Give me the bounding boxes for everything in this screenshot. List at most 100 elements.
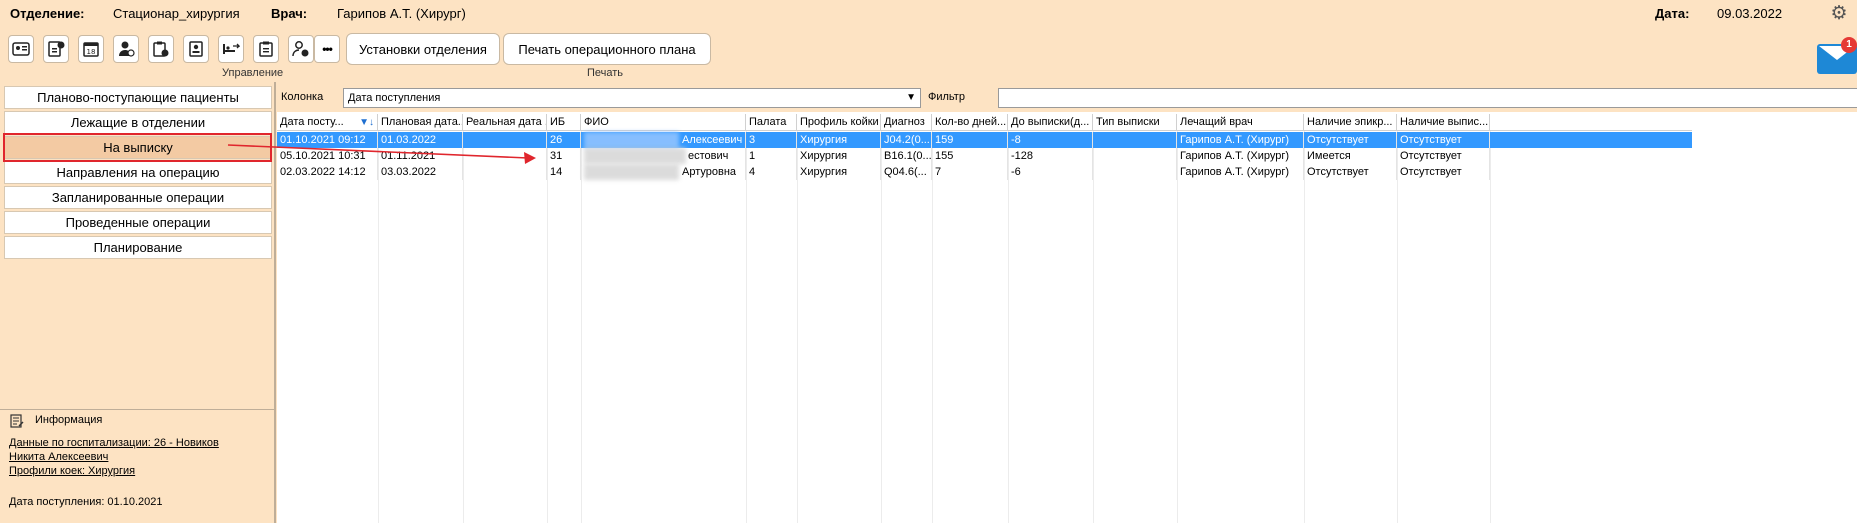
patients-grid: Дата посту... ▼↓ Плановая дата... Реальна… — [277, 112, 1857, 523]
col-real-date[interactable]: Реальная дата ... — [463, 114, 547, 131]
cell-days: 155 — [932, 148, 1008, 164]
info-admission: Дата поступления: 01.10.2021 — [9, 496, 163, 508]
cell-real — [463, 148, 547, 164]
calendar-icon[interactable]: 18 — [78, 35, 104, 63]
filter-input[interactable] — [998, 88, 1857, 108]
cell-discharge-type — [1093, 148, 1177, 164]
patient-card-icon[interactable] — [8, 35, 34, 63]
filter-bar: Колонка Дата поступления ▼ Фильтр — [277, 82, 1857, 112]
cell-days: 159 — [932, 132, 1008, 148]
cell-ward: 4 — [746, 164, 797, 180]
info-title: Информация — [35, 414, 103, 426]
info-profiles-link[interactable]: Профили коек: Хирургия — [9, 465, 135, 477]
doctor-label: Врач: — [271, 6, 308, 21]
cell-admission: 02.03.2022 14:12 — [277, 164, 378, 180]
cell-ward: 3 — [746, 132, 797, 148]
table-row[interactable]: 02.03.2022 14:12 03.03.2022 14 Артуровна… — [277, 164, 1692, 180]
col-ib[interactable]: ИБ — [547, 114, 581, 131]
col-attending-doctor[interactable]: Лечащий врач — [1177, 114, 1304, 131]
cell-profile: Хирургия — [797, 148, 881, 164]
sort-filter-icon: ▼↓ — [359, 117, 374, 128]
clipboard-check-icon[interactable] — [148, 35, 174, 63]
sidebar-item-inpatients[interactable]: Лежащие в отделении — [4, 111, 272, 134]
cell-ib: 31 — [547, 148, 581, 164]
col-discharge-type[interactable]: Тип выписки — [1093, 114, 1177, 131]
bed-transfer-icon[interactable] — [218, 35, 244, 63]
department-value: Стационар_хирургия — [113, 6, 240, 21]
info-notes-icon — [10, 414, 24, 428]
cell-planned: 03.03.2022 — [378, 164, 463, 180]
column-select-value: Дата поступления — [348, 92, 441, 104]
col-discharge-doc[interactable]: Наличие выпис... — [1397, 114, 1490, 131]
id-badge-icon[interactable] — [183, 35, 209, 63]
redacted-name — [584, 164, 679, 180]
cell-discharge-doc: Отсутствует — [1397, 164, 1490, 180]
date-label: Дата: — [1655, 6, 1690, 21]
dept-settings-button[interactable]: Установки отделения — [346, 33, 500, 65]
sidebar-item-referrals[interactable]: Направления на операцию — [4, 161, 272, 184]
cell-real — [463, 132, 547, 148]
redacted-name — [584, 148, 686, 164]
header-bar: Отделение: Стационар_хирургия Врач: Гари… — [0, 0, 1857, 28]
redacted-name — [584, 132, 679, 148]
col-planned-date[interactable]: Плановая дата... — [378, 114, 463, 131]
cell-profile: Хирургия — [797, 132, 881, 148]
cell-planned: 01.11.2021 — [378, 148, 463, 164]
main-panel: Колонка Дата поступления ▼ Фильтр Дата п… — [277, 82, 1857, 523]
group-print-label: Печать — [587, 67, 624, 79]
cell-days: 7 — [932, 164, 1008, 180]
cell-to-discharge: -6 — [1008, 164, 1093, 180]
group-manage-label: Управление — [222, 67, 284, 79]
date-value: 09.03.2022 — [1717, 6, 1783, 21]
mail-badge: 1 — [1841, 37, 1857, 53]
cell-ib: 26 — [547, 132, 581, 148]
cell-ward: 1 — [746, 148, 797, 164]
cell-admission: 01.10.2021 09:12 — [277, 132, 378, 148]
gear-icon[interactable]: ⚙ — [1829, 4, 1849, 24]
column-select[interactable]: Дата поступления ▼ — [343, 88, 921, 108]
clipboard-list-icon[interactable] — [253, 35, 279, 63]
col-fio[interactable]: ФИО — [581, 114, 746, 131]
table-row[interactable]: 01.10.2021 09:12 01.03.2022 26 Алексееви… — [277, 132, 1692, 148]
cell-epicrisis: Отсутствует — [1304, 164, 1397, 180]
col-days[interactable]: Кол-во дней... — [932, 114, 1008, 131]
column-label: Колонка — [281, 91, 324, 103]
sidebar-item-completed-ops[interactable]: Проведенные операции — [4, 211, 272, 234]
cell-real — [463, 164, 547, 180]
cell-discharge-doc: Отсутствует — [1397, 132, 1490, 148]
cell-doctor: Гарипов А.Т. (Хирург) — [1177, 132, 1304, 148]
cell-epicrisis: Имеется — [1304, 148, 1397, 164]
info-hosp-link[interactable]: Данные по госпитализации: 26 - Новиков — [9, 437, 219, 449]
cell-doctor: Гарипов А.Т. (Хирург) — [1177, 148, 1304, 164]
cell-doctor: Гарипов А.Т. (Хирург) — [1177, 164, 1304, 180]
sidebar-item-discharge[interactable]: На выписку — [4, 136, 272, 159]
add-record-icon[interactable] — [43, 35, 69, 63]
print-plan-button[interactable]: Печать операционного плана — [503, 33, 711, 65]
doctor-icon[interactable] — [113, 35, 139, 63]
col-to-discharge[interactable]: До выписки(д... — [1008, 114, 1093, 131]
cell-diagnosis: B16.1(0... — [881, 148, 932, 164]
info-patient-link[interactable]: Никита Алексеевич — [9, 451, 108, 463]
cell-profile: Хирургия — [797, 164, 881, 180]
department-label: Отделение: — [10, 6, 85, 21]
info-panel: Информация Данные по госпитализации: 26 … — [0, 409, 274, 523]
cell-epicrisis: Отсутствует — [1304, 132, 1397, 148]
table-row[interactable]: 05.10.2021 10:31 01.11.2021 31 естович 1… — [277, 148, 1692, 164]
sidebar-item-planned[interactable]: Планово-поступающие пациенты — [4, 86, 272, 109]
sidebar-item-planning[interactable]: Планирование — [4, 236, 272, 259]
col-admission-date[interactable]: Дата посту... ▼↓ — [277, 114, 378, 131]
cell-discharge-doc: Отсутствует — [1397, 148, 1490, 164]
grid-header: Дата посту... ▼↓ Плановая дата... Реальна… — [277, 114, 1692, 131]
col-epicrisis[interactable]: Наличие эпикр... — [1304, 114, 1397, 131]
sidebar-item-scheduled-ops[interactable]: Запланированные операции — [4, 186, 272, 209]
col-ward[interactable]: Палата — [746, 114, 797, 131]
cell-admission: 05.10.2021 10:31 — [277, 148, 378, 164]
col-bed-profile[interactable]: Профиль койки — [797, 114, 881, 131]
user-arrow-icon[interactable] — [288, 35, 314, 63]
cell-planned: 01.03.2022 — [378, 132, 463, 148]
col-diagnosis[interactable]: Диагноз — [881, 114, 932, 131]
cell-diagnosis: J04.2(0... — [881, 132, 932, 148]
more-button[interactable]: ••• — [314, 35, 340, 63]
mail-button[interactable]: 1 — [1817, 34, 1857, 80]
svg-text:18: 18 — [87, 48, 96, 56]
